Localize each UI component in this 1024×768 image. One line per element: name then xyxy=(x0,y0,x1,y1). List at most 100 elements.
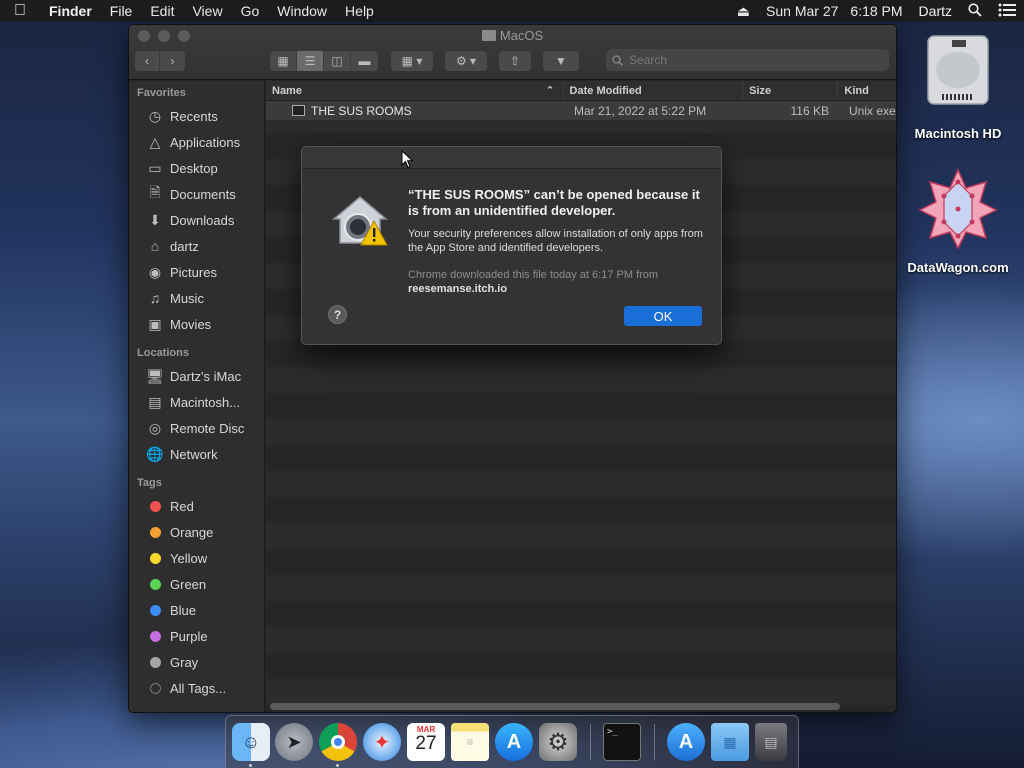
column-size[interactable]: Size xyxy=(743,81,839,100)
sidebar-item-label: Movies xyxy=(170,316,212,332)
sidebar-item-pictures[interactable]: ◉ Pictures xyxy=(129,259,264,285)
gallery-icon: ▬ xyxy=(358,54,371,68)
horizontal-scrollbar[interactable] xyxy=(270,703,840,710)
sidebar-tag-yellow[interactable]: Yellow xyxy=(129,545,264,571)
dialog-titlebar[interactable] xyxy=(302,147,721,169)
menu-bar:  Finder File Edit View Go Window Help ⏏… xyxy=(0,0,1024,22)
terminal-prompt-icon: >_ xyxy=(607,727,618,737)
dock-separator xyxy=(590,724,591,760)
tags-button[interactable]: ▼ xyxy=(543,51,579,71)
dock-trash[interactable]: ▤ xyxy=(755,723,787,761)
tag-dot-blue xyxy=(146,602,164,618)
apple-menu-icon[interactable]:  xyxy=(0,2,40,20)
sidebar-item-recents[interactable]: ◷ Recents xyxy=(129,103,264,129)
document-icon: 🗎 xyxy=(149,184,161,200)
spotlight-search-icon[interactable] xyxy=(960,2,990,20)
menu-view[interactable]: View xyxy=(183,3,231,19)
clock-icon: ◷ xyxy=(148,107,162,124)
dock-calendar[interactable]: MAR 27 xyxy=(407,723,445,761)
group-by-button[interactable]: ▦ ▾ xyxy=(391,51,433,71)
finder-titlebar[interactable]: MacOS ‹ › ▦ ☰ ◫ ▬ ▦ ▾ ⚙ ▾ ⇧ ▼ xyxy=(129,25,896,80)
share-icon: ⇧ xyxy=(509,54,521,68)
chrome-icon xyxy=(331,735,345,749)
sidebar-item-imac[interactable]: 🖥 Dartz's iMac xyxy=(129,363,264,389)
sidebar-tag-orange[interactable]: Orange xyxy=(129,519,264,545)
file-name: THE SUS ROOMS xyxy=(311,103,412,118)
eject-icon[interactable]: ⏏ xyxy=(729,3,758,20)
dock-applications-folder[interactable]: A xyxy=(667,723,705,761)
dock-notes[interactable]: ≡ xyxy=(451,723,489,761)
dock-finder[interactable]: ☺ xyxy=(232,723,270,761)
menu-window[interactable]: Window xyxy=(268,3,336,19)
sidebar-tag-purple[interactable]: Purple xyxy=(129,623,264,649)
column-size-label: Size xyxy=(749,85,772,97)
dock-terminal[interactable]: >_ xyxy=(603,723,641,761)
sidebar-item-label: Yellow xyxy=(170,550,208,566)
forward-button[interactable]: › xyxy=(160,51,185,71)
column-kind[interactable]: Kind xyxy=(838,81,896,100)
home-icon: ⌂ xyxy=(150,238,160,254)
sidebar-item-downloads[interactable]: ⬇ Downloads xyxy=(129,207,264,233)
folder-icon: ▦ xyxy=(723,733,737,750)
menu-go[interactable]: Go xyxy=(232,3,269,19)
sidebar-tag-gray[interactable]: Gray xyxy=(129,649,264,675)
icon-view-button[interactable]: ▦ xyxy=(270,51,297,71)
menu-date[interactable]: Sun Mar 27 xyxy=(758,3,842,19)
table-row[interactable]: THE SUS ROOMS Mar 21, 2022 at 5:22 PM 11… xyxy=(266,101,896,120)
dock-system-preferences[interactable]: ⚙ xyxy=(539,723,577,761)
file-size: 116 KB xyxy=(790,103,829,118)
search-input[interactable] xyxy=(629,53,869,67)
menu-time[interactable]: 6:18 PM xyxy=(842,3,910,19)
help-button[interactable]: ? xyxy=(328,305,347,324)
running-indicator xyxy=(336,764,339,767)
menu-app-name[interactable]: Finder xyxy=(40,3,101,19)
sidebar-item-macintosh-hd[interactable]: ▤ Macintosh... xyxy=(129,389,264,415)
sidebar-tag-blue[interactable]: Blue xyxy=(129,597,264,623)
ok-button[interactable]: OK xyxy=(624,306,702,326)
tag-dot xyxy=(149,604,161,616)
disk-icon: ▤ xyxy=(148,393,162,410)
sidebar-tag-red[interactable]: Red xyxy=(129,493,264,519)
sidebar-item-home[interactable]: ⌂ dartz xyxy=(129,233,264,259)
sidebar-item-network[interactable]: 🌐 Network xyxy=(129,441,264,467)
column-date-modified[interactable]: Date Modified xyxy=(564,81,744,100)
sidebar-item-applications[interactable]: △ Applications xyxy=(129,129,264,155)
desktop-item-macintosh-hd[interactable]: Macintosh HD xyxy=(908,32,1008,141)
column-kind-label: Kind xyxy=(844,85,869,97)
sidebar-item-label: Green xyxy=(170,576,207,592)
search-field[interactable] xyxy=(606,49,889,71)
dock-chrome[interactable] xyxy=(319,723,357,761)
sidebar-item-movies[interactable]: ▣ Movies xyxy=(129,311,264,337)
sidebar-item-documents[interactable]: 🗎 Documents xyxy=(129,181,264,207)
tag-dot-orange xyxy=(146,524,164,540)
column-view-button[interactable]: ◫ xyxy=(324,51,351,71)
column-name[interactable]: Name ⌃ xyxy=(266,81,564,100)
sidebar-item-label: Blue xyxy=(170,602,197,618)
desktop-item-datawagon[interactable]: DataWagon.com xyxy=(903,168,1013,275)
menu-file[interactable]: File xyxy=(101,3,142,19)
sidebar-item-label: Applications xyxy=(170,134,241,150)
notification-center-icon[interactable] xyxy=(990,3,1024,20)
dock-downloads-folder[interactable]: ▦ xyxy=(711,723,749,761)
sidebar-item-music[interactable]: ♫ Music xyxy=(129,285,264,311)
sidebar-item-desktop[interactable]: ▭ Desktop xyxy=(129,155,264,181)
tag-dot-yellow xyxy=(146,550,164,566)
sidebar-tag-green[interactable]: Green xyxy=(129,571,264,597)
sidebar-tag-all[interactable]: All Tags... xyxy=(129,675,264,701)
app-store-icon: A xyxy=(506,730,522,753)
download-icon: ⬇ xyxy=(149,211,161,228)
notes-icon: ≡ xyxy=(466,735,474,749)
menu-user[interactable]: Dartz xyxy=(911,3,960,19)
sidebar-item-remote-disc[interactable]: ◎ Remote Disc xyxy=(129,415,264,441)
action-button[interactable]: ⚙ ▾ xyxy=(445,51,487,71)
menu-edit[interactable]: Edit xyxy=(141,3,183,19)
dock-app-store[interactable]: A xyxy=(495,723,533,761)
menu-help[interactable]: Help xyxy=(336,3,383,19)
share-button[interactable]: ⇧ xyxy=(499,51,531,71)
dock-launchpad[interactable]: ➤ xyxy=(275,723,313,761)
list-view-button[interactable]: ☰ xyxy=(297,51,324,71)
back-button[interactable]: ‹ xyxy=(135,51,160,71)
sidebar-item-label: Orange xyxy=(170,524,214,540)
gallery-view-button[interactable]: ▬ xyxy=(351,51,378,71)
dock-safari[interactable]: ✦ xyxy=(363,723,401,761)
